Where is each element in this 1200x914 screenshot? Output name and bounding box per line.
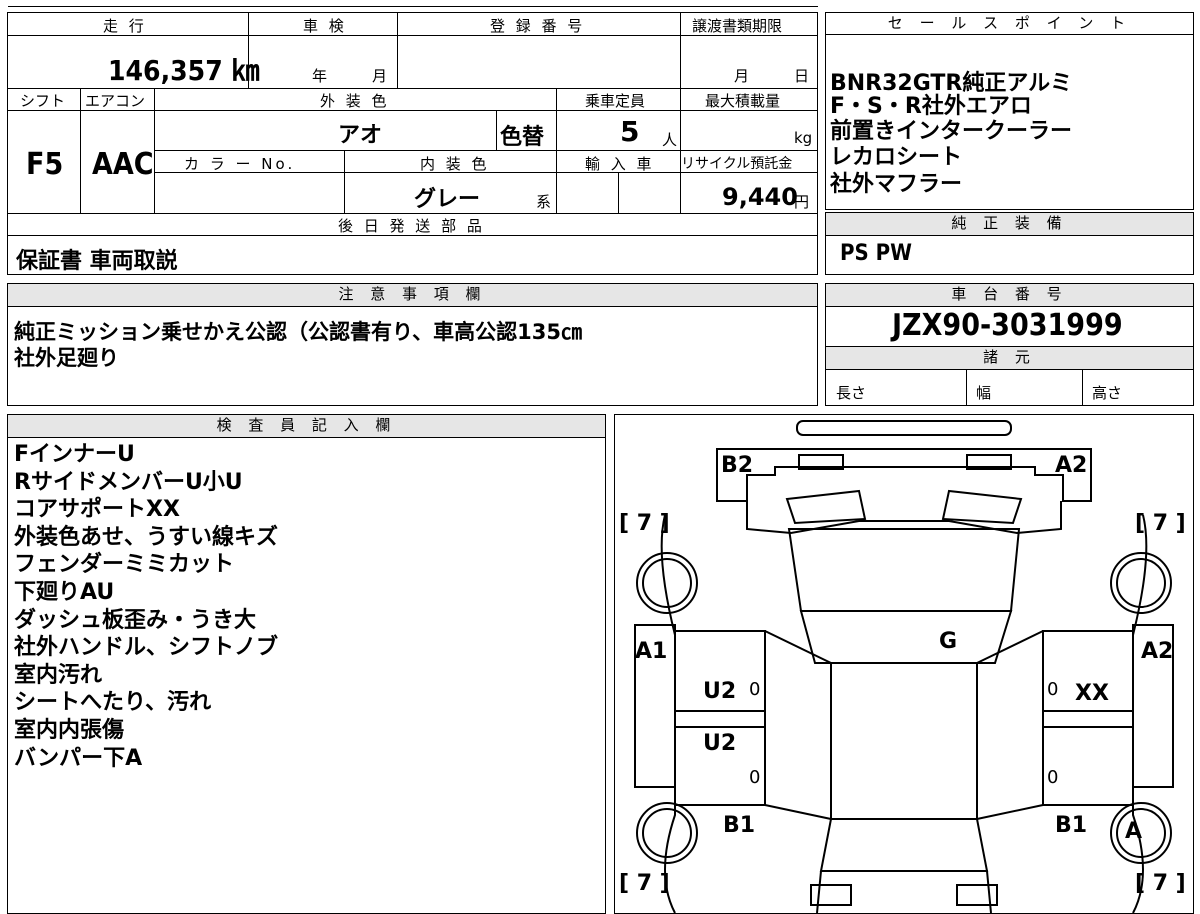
inspector-line: シートへたり、汚れ — [14, 690, 212, 716]
length-label: 長さ — [836, 384, 867, 402]
header-interior-color: 内 装 色 — [420, 155, 490, 173]
inspector-line: 室内内張傷 — [14, 717, 125, 743]
interior-color-value: グレー — [414, 187, 481, 212]
mark-right-fender: A2 — [1141, 639, 1174, 664]
standard-equipment-box: 純 正 装 備 PS PW — [825, 212, 1194, 275]
inspector-header: 検 査 員 記 入 欄 — [8, 415, 605, 438]
aircon-value: AAC — [92, 147, 154, 182]
top-border — [8, 6, 818, 7]
header-mileage: 走 行 — [103, 17, 147, 35]
mark-front-left: B2 — [721, 453, 754, 478]
header-max-load: 最大積載量 — [705, 92, 781, 110]
header-color-no: カ ラ ー No. — [184, 155, 296, 173]
width-label: 幅 — [976, 384, 992, 402]
mark-door-zero: 0 — [749, 767, 761, 788]
vehicle-info-table: 走 行 車 検 登 録 番 号 譲渡書類期限 146,357 ㎞ 年 月 月 日… — [7, 12, 818, 275]
inspector-line: コアサポートXX — [14, 497, 180, 523]
chassis-number: JZX90-3031999 — [892, 308, 1123, 343]
inspection-month: 月 — [372, 67, 388, 85]
chassis-header: 車 台 番 号 — [826, 284, 1193, 307]
sales-point-item: 社外マフラー — [830, 172, 963, 198]
header-import: 輸 入 車 — [585, 155, 655, 173]
header-capacity: 乗車定員 — [585, 92, 646, 110]
exterior-color-value: アオ — [338, 123, 383, 148]
standard-equipment-header: 純 正 装 備 — [826, 213, 1193, 236]
mark-right-rear-wheel: A — [1125, 819, 1143, 844]
capacity-value: 5 — [620, 115, 640, 148]
recycle-value: 9,440 — [722, 183, 798, 211]
later-parts-value: 保証書 車両取説 — [16, 249, 178, 274]
header-transfer-deadline: 譲渡書類期限 — [692, 17, 783, 35]
inspector-line: 下廻りAU — [14, 579, 115, 605]
header-shift: シフト — [20, 92, 66, 110]
mileage-value: 146,357 ㎞ — [108, 54, 260, 87]
inspector-line: バンパー下A — [14, 745, 143, 771]
mark-left-rear-quarter: B1 — [723, 813, 756, 838]
mark-front-right: A2 — [1055, 453, 1088, 478]
specs-header: 諸 元 — [826, 346, 1193, 370]
deadline-month: 月 — [734, 67, 750, 85]
mark-fl-tire: [ 7 ] — [619, 511, 670, 536]
shift-value: F5 — [26, 147, 64, 182]
mark-left-front-door: U2 — [703, 679, 737, 704]
mark-rr-tire: [ 7 ] — [1135, 871, 1186, 896]
inspector-line: ダッシュ板歪み・うき大 — [14, 607, 257, 633]
mark-door-zero: 0 — [1047, 767, 1059, 788]
header-recycle-fee: リサイクル預託金 — [681, 156, 793, 172]
interior-suffix: 系 — [536, 193, 552, 211]
inspector-box: 検 査 員 記 入 欄 FインナーU RサイドメンバーU小U コアサポートXX … — [7, 414, 606, 914]
header-exterior-color: 外 装 色 — [320, 92, 390, 110]
color-changed-label: 色替 — [500, 125, 545, 150]
chassis-box: 車 台 番 号 JZX90-3031999 諸 元 長さ 幅 高さ — [825, 283, 1194, 406]
inspector-line: 外装色あせ、うすい線キズ — [14, 524, 279, 550]
sales-point-item: 前置きインタークーラー — [830, 118, 1073, 144]
mark-left-fender: A1 — [635, 639, 668, 664]
sales-point-item: レカロシート — [830, 145, 963, 171]
header-later-parts: 後 日 発 送 部 品 — [338, 217, 485, 235]
inspector-line: 社外ハンドル、シフトノブ — [14, 635, 279, 661]
inspector-line: FインナーU — [14, 442, 135, 467]
sales-points-box: セ ー ル ス ポ イ ン ト BNR32GTR純正アルミ F・S・R社外エアロ… — [825, 12, 1194, 210]
inspector-line: RサイドメンバーU小U — [14, 469, 243, 495]
header-registration: 登 録 番 号 — [490, 17, 586, 35]
mark-rl-tire: [ 7 ] — [619, 871, 670, 896]
inspector-line: 室内汚れ — [14, 662, 103, 688]
mark-door-zero: 0 — [1047, 679, 1059, 700]
sales-points-list: BNR32GTR純正アルミ F・S・R社外エアロ 前置きインタークーラー レカロ… — [830, 71, 1072, 199]
mark-left-rear-door: U2 — [703, 731, 737, 756]
capacity-unit: 人 — [662, 131, 678, 149]
notes-box: 注 意 事 項 欄 純正ミッション乗せかえ公認（公認書有り、車高公認135㎝ 社… — [7, 283, 818, 406]
inspector-line: フェンダーミミカット — [14, 552, 235, 578]
car-diagram — [634, 420, 1174, 913]
car-diagram-box: B2 A2 [ 7 ] [ 7 ] A1 A2 G U2 0 0 XX U2 0… — [614, 414, 1194, 914]
inspector-list: FインナーU RサイドメンバーU小U コアサポートXX 外装色あせ、うすい線キズ… — [14, 441, 278, 772]
inspection-year: 年 — [312, 67, 328, 85]
deadline-day: 日 — [794, 67, 810, 85]
mark-right-rear-quarter: B1 — [1055, 813, 1088, 838]
mark-right-front-door: XX — [1075, 681, 1109, 706]
height-label: 高さ — [1092, 384, 1123, 402]
mark-glass: G — [939, 629, 958, 654]
recycle-unit: 円 — [794, 193, 810, 211]
standard-equipment-value: PS PW — [840, 241, 912, 266]
sales-point-item: F・S・R社外エアロ — [830, 93, 1032, 119]
mark-door-zero: 0 — [749, 679, 761, 700]
max-load-unit: kg — [794, 129, 813, 147]
mark-fr-tire: [ 7 ] — [1135, 511, 1186, 536]
notes-header: 注 意 事 項 欄 — [8, 284, 817, 307]
notes-line: 社外足廻り — [14, 346, 119, 370]
sales-points-header: セ ー ル ス ポ イ ン ト — [826, 13, 1193, 35]
header-inspection: 車 検 — [303, 17, 347, 35]
header-aircon: エアコン — [85, 92, 146, 110]
